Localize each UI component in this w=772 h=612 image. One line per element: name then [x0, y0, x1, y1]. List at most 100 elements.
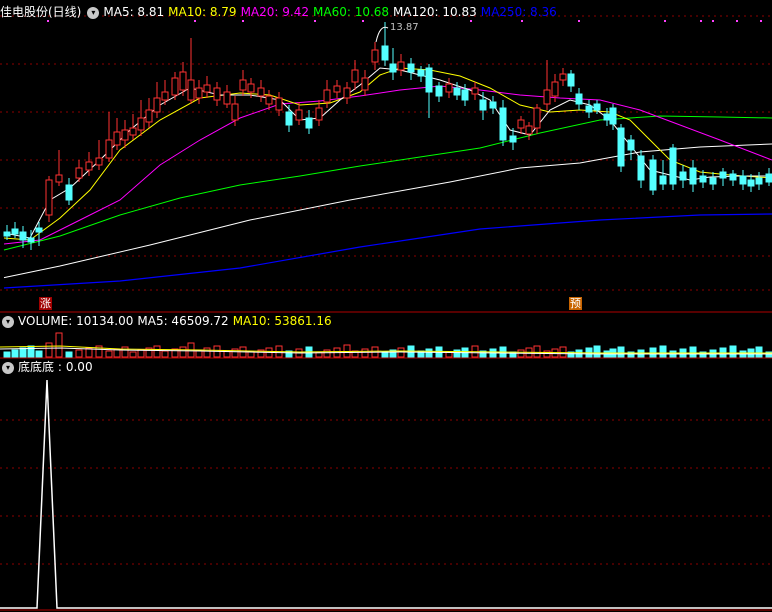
candle-body[interactable]	[739, 175, 747, 185]
candle-body[interactable]	[323, 89, 331, 103]
candle-body[interactable]	[105, 139, 113, 159]
candle-body[interactable]	[699, 175, 707, 183]
candle-body[interactable]	[35, 227, 43, 233]
candle-body[interactable]	[397, 61, 405, 71]
candle-body[interactable]	[747, 179, 755, 187]
candle-body[interactable]	[333, 85, 341, 93]
candle-body[interactable]	[729, 173, 737, 181]
candle-body[interactable]	[461, 89, 469, 101]
candle-body[interactable]	[295, 109, 303, 121]
volume-bar[interactable]	[153, 345, 161, 358]
volume-bar[interactable]	[11, 349, 19, 358]
candle-body[interactable]	[719, 171, 727, 179]
candle-body[interactable]	[585, 105, 593, 113]
volume-bar[interactable]	[559, 346, 567, 358]
volume-bar[interactable]	[593, 345, 601, 358]
candle-body[interactable]	[153, 97, 161, 113]
volume-bar[interactable]	[121, 346, 129, 358]
candle-body[interactable]	[371, 49, 379, 63]
volume-bar[interactable]	[689, 346, 697, 358]
candle-body[interactable]	[213, 87, 221, 101]
candle-body[interactable]	[627, 139, 635, 151]
candle-body[interactable]	[517, 119, 525, 129]
candle-body[interactable]	[55, 174, 63, 183]
candle-body[interactable]	[489, 101, 497, 109]
volume-bar[interactable]	[65, 351, 73, 358]
volume-bar[interactable]	[361, 348, 369, 358]
candle-body[interactable]	[161, 91, 169, 101]
candle-body[interactable]	[567, 73, 575, 87]
candle-body[interactable]	[203, 84, 211, 93]
candle-body[interactable]	[179, 71, 187, 91]
candle-body[interactable]	[137, 117, 145, 131]
volume-bar[interactable]	[543, 350, 551, 358]
candle-body[interactable]	[637, 155, 645, 181]
candle-body[interactable]	[305, 117, 313, 129]
candle-body[interactable]	[609, 107, 617, 125]
volume-bar[interactable]	[247, 351, 255, 358]
candle-body[interactable]	[389, 63, 397, 73]
candle-body[interactable]	[3, 231, 11, 237]
candle-body[interactable]	[95, 157, 103, 166]
candle-body[interactable]	[351, 69, 359, 83]
candle-body[interactable]	[239, 79, 247, 91]
candle-body[interactable]	[453, 87, 461, 96]
candle-body[interactable]	[11, 228, 19, 235]
candle-body[interactable]	[679, 171, 687, 181]
volume-bar[interactable]	[27, 345, 35, 358]
candle-body[interactable]	[445, 83, 453, 93]
candle-body[interactable]	[407, 63, 415, 73]
candle-body[interactable]	[361, 77, 369, 91]
volume-bar[interactable]	[659, 345, 667, 358]
candle-body[interactable]	[85, 161, 93, 171]
volume-bar[interactable]	[75, 349, 83, 358]
volume-bar[interactable]	[19, 347, 27, 358]
volume-bar[interactable]	[105, 350, 113, 358]
candle-body[interactable]	[129, 127, 137, 136]
candle-body[interactable]	[559, 73, 567, 81]
chevron-down-icon[interactable]: ▾	[2, 315, 14, 328]
candle-body[interactable]	[121, 129, 129, 141]
candle-body[interactable]	[65, 184, 73, 201]
candle-body[interactable]	[285, 111, 293, 126]
candle-body[interactable]	[551, 81, 559, 97]
candle-body[interactable]	[145, 109, 153, 123]
volume-bar[interactable]	[45, 342, 53, 358]
candle-body[interactable]	[575, 93, 583, 105]
candle-body[interactable]	[19, 231, 27, 241]
candle-body[interactable]	[27, 237, 35, 243]
candle-body[interactable]	[75, 167, 83, 179]
volume-bar[interactable]	[161, 350, 169, 358]
candle-body[interactable]	[187, 79, 195, 101]
candle-body[interactable]	[425, 67, 433, 93]
candle-body[interactable]	[265, 95, 273, 105]
volume-bar[interactable]	[729, 345, 737, 358]
candle-body[interactable]	[223, 91, 231, 105]
volume-bar[interactable]	[649, 347, 657, 358]
candle-body[interactable]	[315, 107, 323, 121]
candle-body[interactable]	[417, 69, 425, 77]
candle-body[interactable]	[113, 131, 121, 146]
volume-bar[interactable]	[129, 351, 137, 358]
candle-body[interactable]	[195, 87, 203, 99]
volume-bar[interactable]	[617, 346, 625, 358]
candle-body[interactable]	[231, 103, 239, 121]
candle-body[interactable]	[755, 177, 763, 185]
volume-bar[interactable]	[179, 346, 187, 358]
volume-bar[interactable]	[381, 351, 389, 358]
chart-canvas[interactable]	[0, 0, 772, 612]
chevron-down-icon[interactable]: ▾	[2, 361, 14, 374]
volume-bar[interactable]	[55, 332, 63, 358]
candle-body[interactable]	[479, 99, 487, 111]
volume-bar[interactable]	[425, 348, 433, 358]
candle-body[interactable]	[171, 77, 179, 96]
volume-bar[interactable]	[323, 349, 331, 358]
candle-body[interactable]	[509, 135, 517, 143]
candle-body[interactable]	[543, 89, 551, 105]
candle-body[interactable]	[533, 107, 541, 129]
volume-bars[interactable]	[0, 332, 772, 358]
candle-body[interactable]	[471, 87, 479, 95]
candle-body[interactable]	[247, 83, 255, 93]
candle-body[interactable]	[381, 45, 389, 61]
candle-body[interactable]	[499, 107, 507, 141]
